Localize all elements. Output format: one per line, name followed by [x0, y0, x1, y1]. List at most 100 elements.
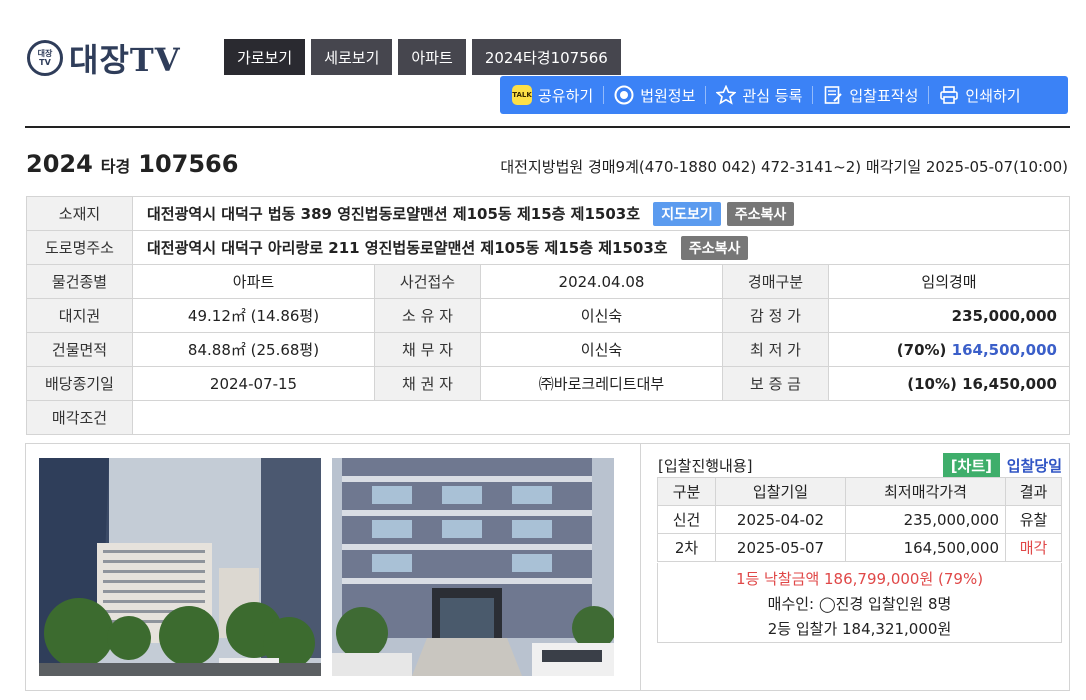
owner-value: 이신숙 — [480, 298, 723, 333]
winning-bid-line: 1등 낙찰금액 186,799,000원 (79%) — [735, 570, 984, 588]
bid-form-label: 입찰표작성 — [849, 86, 919, 105]
creditor-label: 채 권 자 — [374, 366, 481, 401]
road-address-label: 도로명주소 — [26, 230, 133, 265]
case-year: 2024 — [26, 150, 93, 178]
table-row: 소재지 대전광역시 대덕구 법동 389 영진법동로얄맨션 제105동 제15층… — [26, 196, 1070, 231]
site-logo[interactable]: 대장 TV 대장TV — [27, 38, 181, 79]
auction-kind-value: 임의경매 — [828, 264, 1070, 299]
property-photo-exterior[interactable] — [39, 458, 321, 676]
condition-label: 매각조건 — [26, 400, 133, 435]
tab-case-number[interactable]: 2024타경107566 — [471, 39, 621, 75]
land-value: 49.12㎡ (14.86평) — [132, 298, 375, 333]
document-edit-icon — [823, 85, 843, 105]
second-bid-line: 2등 입찰가 184,321,000원 — [767, 620, 952, 638]
court-schedule-info: 대전지방법원 경매9계(470-1880 042) 472-3141~2) 매각… — [500, 158, 1068, 176]
column-header: 최저매각가격 — [845, 477, 1006, 506]
auction-kind-label: 경매구분 — [722, 264, 829, 299]
location-cell: 대전광역시 대덕구 법동 389 영진법동로얄맨션 제105동 제15층 제15… — [132, 196, 1070, 231]
type-label: 물건종별 — [26, 264, 133, 299]
table-row: 대지권 49.12㎡ (14.86평) 소 유 자 이신숙 감 정 가 235,… — [26, 298, 1070, 333]
kakaotalk-icon: TALK — [512, 85, 532, 105]
table-row: 도로명주소 대전광역시 대덕구 아리랑로 211 영진법동로얄맨션 제105동 … — [26, 230, 1070, 265]
property-info-table: 소재지 대전광역시 대덕구 법동 389 영진법동로얄맨션 제105동 제15층… — [26, 196, 1070, 435]
bid-progress-title: [입찰진행내용] — [658, 457, 753, 475]
received-label: 사건접수 — [374, 264, 481, 299]
column-header: 입찰기일 — [715, 477, 846, 506]
min-price-label: 최 저 가 — [722, 332, 829, 367]
logo-badge-bottom: TV — [39, 58, 51, 67]
table-row: 신건 2025-04-02 235,000,000 유찰 — [657, 505, 1062, 534]
favorite-button[interactable]: 관심 등록 — [716, 76, 802, 114]
print-label: 인쇄하기 — [965, 86, 1021, 105]
date-cell: 2025-05-07 — [715, 533, 846, 562]
deposit-value: (10%) 16,450,000 — [828, 366, 1070, 401]
location-label: 소재지 — [26, 196, 133, 231]
result-cell: 유찰 — [1005, 505, 1062, 534]
price-cell: 164,500,000 — [845, 533, 1006, 562]
logo-text: 대장TV — [69, 41, 181, 79]
creditor-value: ㈜바로크레디트대부 — [480, 366, 723, 401]
view-tabs: 가로보기 세로보기 아파트 2024타경107566 — [224, 39, 621, 75]
table-row: 물건종별 아파트 사건접수 2024.04.08 경매구분 임의경매 — [26, 264, 1070, 299]
case-kind: 타경 — [100, 157, 131, 176]
tab-horizontal-view[interactable]: 가로보기 — [224, 39, 306, 75]
deposit-label: 보 증 금 — [722, 366, 829, 401]
land-label: 대지권 — [26, 298, 133, 333]
buyer-line: 매수인: ◯진경 입찰인원 8명 — [767, 595, 952, 613]
bid-progress-header: [입찰진행내용] [차트] 입찰당일 — [658, 453, 1062, 478]
price-cell: 235,000,000 — [845, 505, 1006, 534]
court-seal-icon — [614, 85, 634, 105]
type-value: 아파트 — [132, 264, 375, 299]
condition-value — [132, 400, 1070, 435]
min-price-value: 164,500,000 — [951, 340, 1057, 359]
case-number: 107566 — [138, 150, 239, 178]
bid-form-button[interactable]: 입찰표작성 — [823, 76, 918, 114]
building-label: 건물면적 — [26, 332, 133, 367]
star-icon — [716, 85, 737, 105]
copy-road-address-button[interactable]: 주소복사 — [680, 235, 749, 260]
bid-day-link[interactable]: 입찰당일 — [1007, 455, 1062, 476]
min-price-cell: (70%) 164,500,000 — [828, 332, 1070, 367]
copy-address-button[interactable]: 주소복사 — [726, 201, 795, 226]
column-header: 구분 — [657, 477, 716, 506]
panel-divider — [640, 444, 641, 690]
road-address-cell: 대전광역시 대덕구 아리랑로 211 영진법동로얄맨션 제105동 제15층 제… — [132, 230, 1070, 265]
action-toolbar: TALK 공유하기 법원정보 관심 등록 입찰표작성 인쇄하기 — [500, 76, 1068, 114]
court-info-label: 법원정보 — [640, 86, 696, 105]
header-divider — [25, 126, 1070, 128]
round-cell: 2차 — [657, 533, 716, 562]
table-row: 2차 2025-05-07 164,500,000 매각 — [657, 533, 1062, 562]
received-value: 2024.04.08 — [480, 264, 723, 299]
date-cell: 2025-04-02 — [715, 505, 846, 534]
chart-button[interactable]: [차트] — [942, 453, 1000, 478]
building-value: 84.88㎡ (25.68평) — [132, 332, 375, 367]
sale-result-box: 1등 낙찰금액 186,799,000원 (79%) 매수인: ◯진경 입찰인원… — [657, 563, 1062, 643]
share-button[interactable]: TALK 공유하기 — [512, 76, 593, 114]
toolbar-divider — [603, 86, 605, 104]
appraisal-value: 235,000,000 — [828, 298, 1070, 333]
property-photo-entrance[interactable] — [332, 458, 614, 676]
table-row: 매각조건 — [26, 400, 1070, 435]
dividend-value: 2024-07-15 — [132, 366, 375, 401]
round-cell: 신건 — [657, 505, 716, 534]
table-header-row: 구분 입찰기일 최저매각가격 결과 — [657, 477, 1062, 506]
print-button[interactable]: 인쇄하기 — [939, 76, 1021, 114]
map-view-button[interactable]: 지도보기 — [653, 201, 721, 226]
tab-vertical-view[interactable]: 세로보기 — [311, 39, 393, 75]
case-title: 2024 타경 107566 — [26, 150, 238, 178]
appraisal-label: 감 정 가 — [722, 298, 829, 333]
logo-badge-top: 대장 — [37, 49, 53, 58]
court-info-button[interactable]: 법원정보 — [614, 76, 695, 114]
tab-apartment[interactable]: 아파트 — [398, 39, 466, 75]
min-price-percent: (70%) — [896, 340, 947, 359]
share-label: 공유하기 — [538, 86, 594, 105]
favorite-label: 관심 등록 — [742, 86, 803, 105]
toolbar-divider — [928, 86, 930, 104]
toolbar-divider — [705, 86, 707, 104]
toolbar-divider — [812, 86, 814, 104]
table-row: 배당종기일 2024-07-15 채 권 자 ㈜바로크레디트대부 보 증 금 (… — [26, 366, 1070, 401]
column-header: 결과 — [1005, 477, 1062, 506]
bid-history-table: 구분 입찰기일 최저매각가격 결과 신건 2025-04-02 235,000,… — [657, 477, 1062, 562]
road-address: 대전광역시 대덕구 아리랑로 211 영진법동로얄맨션 제105동 제15층 제… — [147, 238, 668, 257]
printer-icon — [939, 85, 959, 105]
